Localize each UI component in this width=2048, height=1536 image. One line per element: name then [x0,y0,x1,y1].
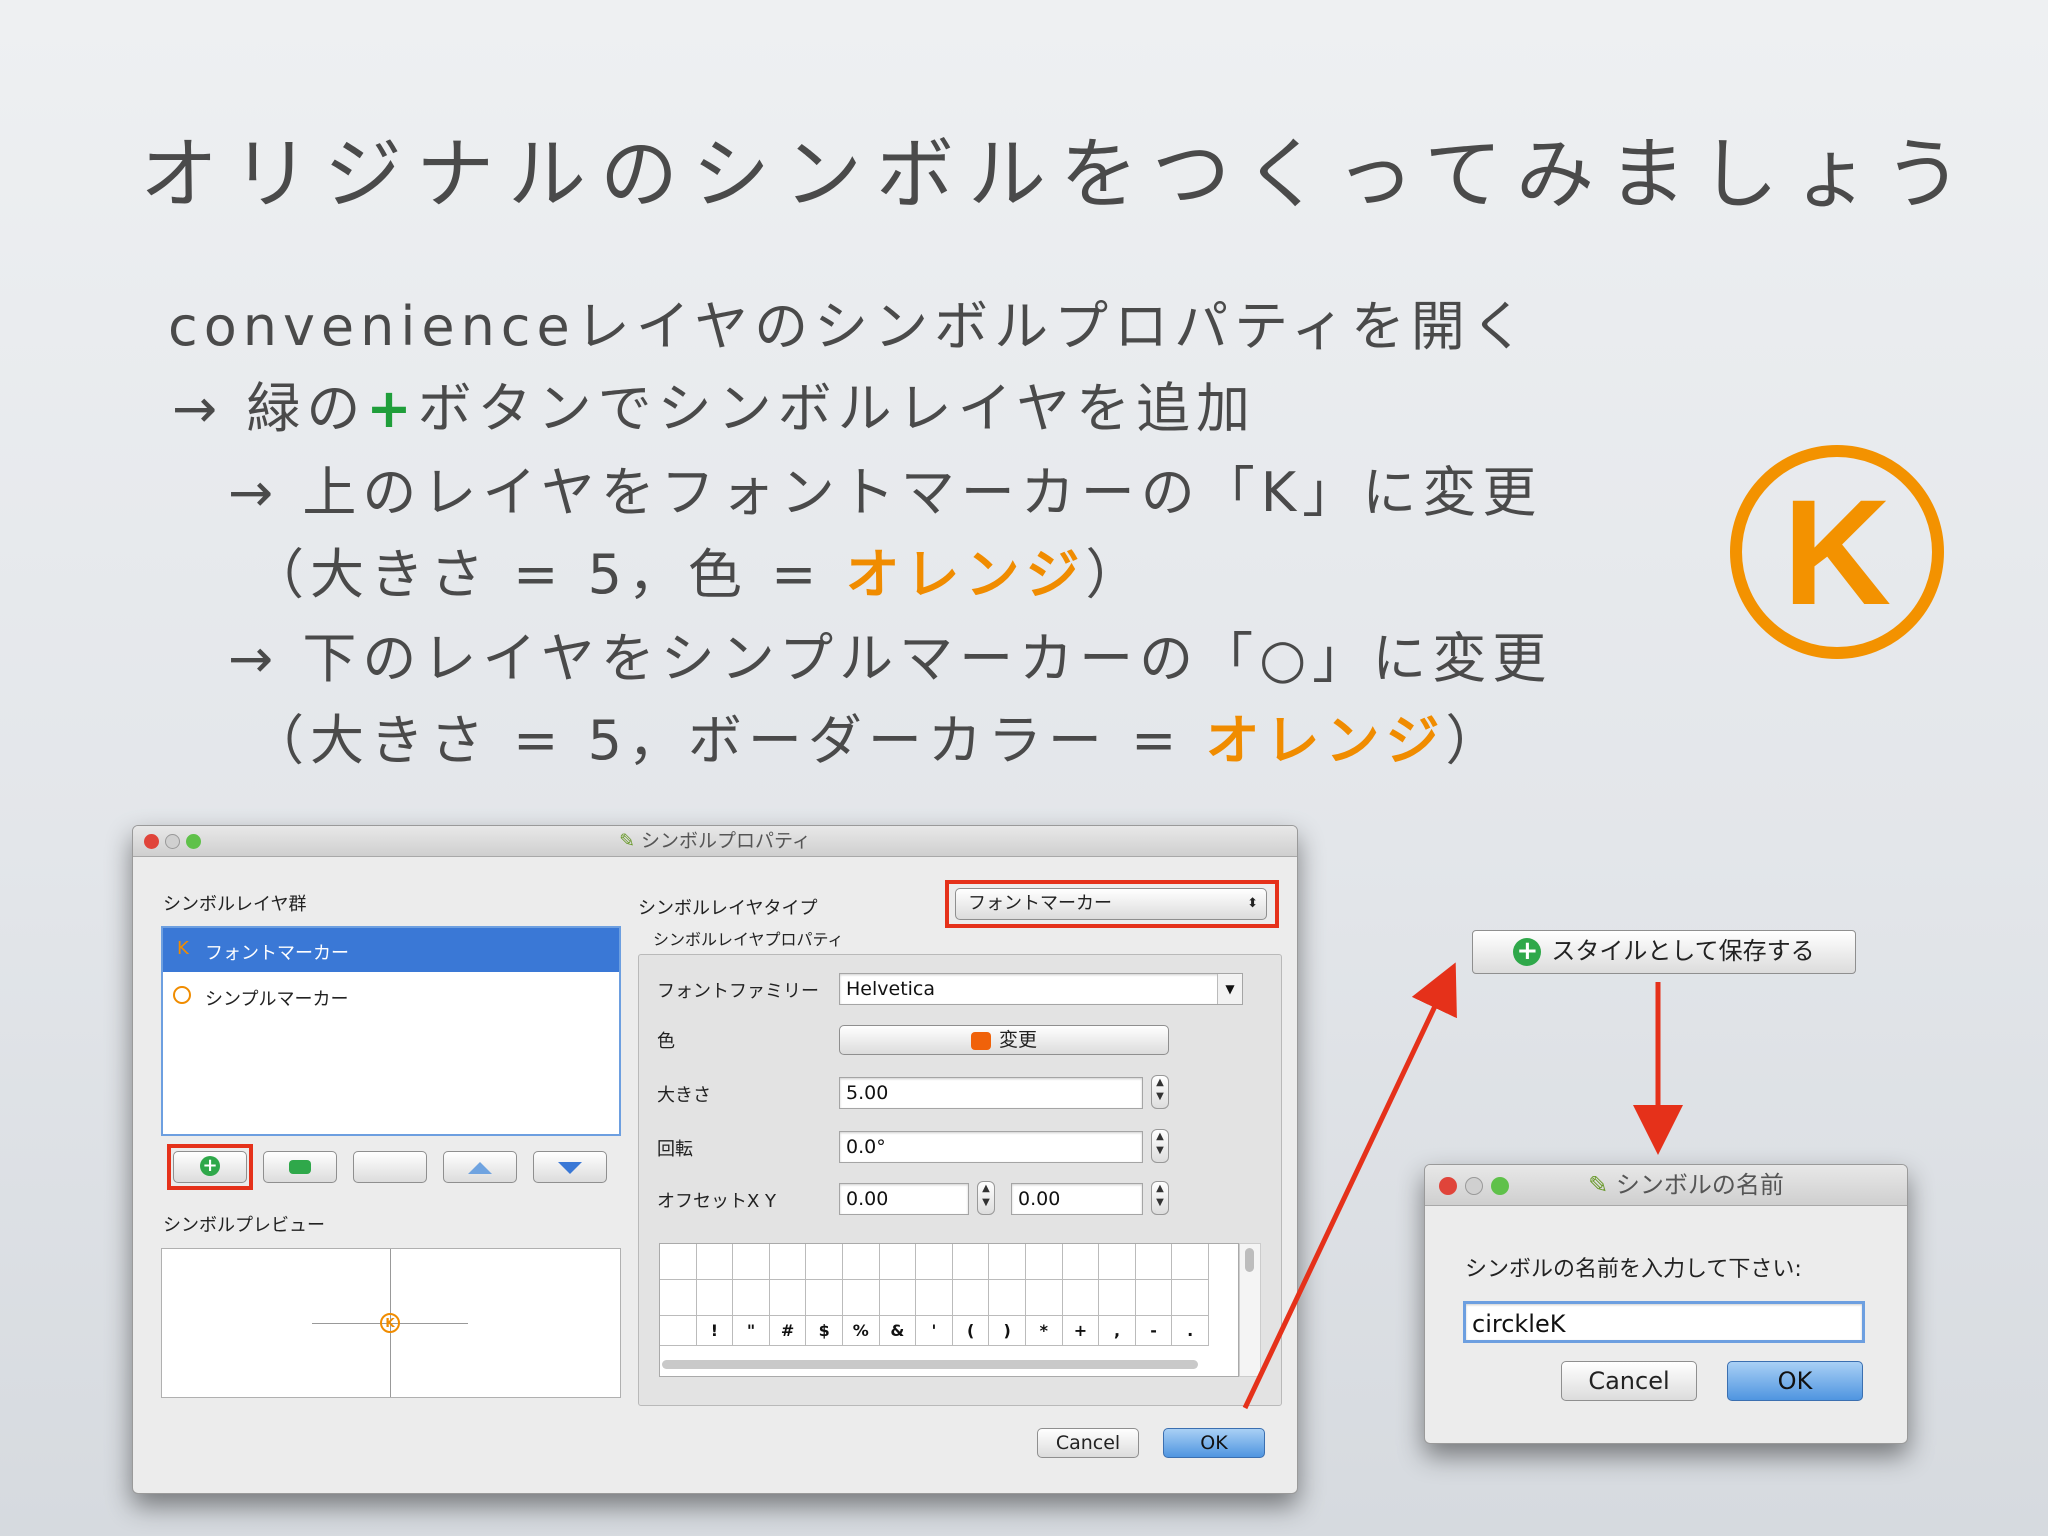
annotation-arrows [1242,962,1683,1410]
arrow-ok-to-save [1242,962,1457,1410]
